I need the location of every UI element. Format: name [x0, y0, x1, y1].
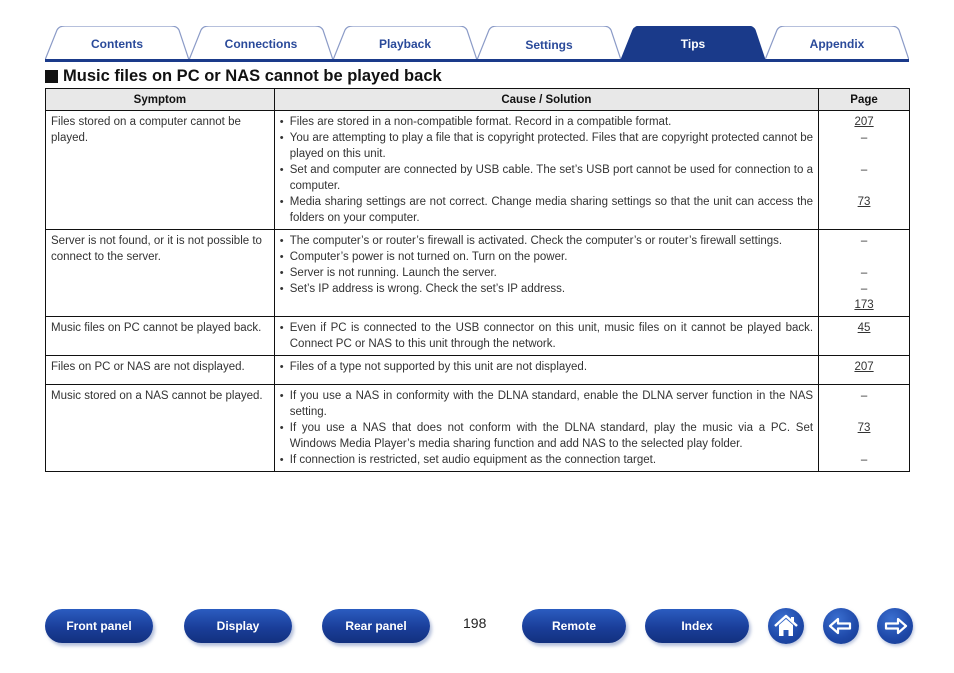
page-link[interactable]: 73 [858, 422, 871, 434]
page-cell: 207 [818, 355, 910, 385]
page-ref: – [860, 454, 868, 466]
page-ref: – [860, 132, 868, 144]
header-page: Page [818, 88, 910, 111]
cause-item: Files of a type not supported by this un… [280, 359, 813, 375]
cause-item: Media sharing settings are not correct. … [280, 194, 813, 226]
page-link[interactable]: 207 [854, 361, 873, 373]
tab-settings[interactable]: Settings [477, 26, 621, 60]
page-link[interactable]: 45 [858, 322, 871, 334]
home-button[interactable] [768, 608, 804, 644]
header-cause: Cause / Solution [273, 88, 820, 111]
cause-cell: If you use a NAS in conformity with the … [273, 384, 820, 472]
cause-item: Set and computer are connected by USB ca… [280, 162, 813, 194]
symptom-cell: Music stored on a NAS cannot be played. [45, 384, 275, 472]
page-ref[interactable]: 73 [824, 194, 904, 210]
page-cell: 207 – – 73 [818, 110, 910, 230]
cause-item: Set’s IP address is wrong. Check the set… [280, 281, 813, 297]
page-ref[interactable]: 73 [824, 420, 904, 436]
cause-item: If you use a NAS that does not conform w… [280, 420, 813, 452]
cause-cell: Files are stored in a non-compatible for… [273, 110, 820, 230]
tab-bar: Contents Connections Playback Settings T… [45, 26, 909, 62]
table-row: Files stored on a computer cannot be pla… [45, 110, 910, 230]
table-row: Files on PC or NAS are not displayed. Fi… [45, 355, 910, 385]
troubleshooting-table: Symptom Cause / Solution Page Files stor… [45, 88, 910, 472]
table-row: Music stored on a NAS cannot be played. … [45, 384, 910, 472]
page-title: Music files on PC or NAS cannot be playe… [45, 67, 442, 86]
page-ref: – [860, 164, 868, 176]
tab-tips[interactable]: Tips [621, 26, 765, 60]
home-icon [774, 614, 798, 636]
table-header-row: Symptom Cause / Solution Page [45, 88, 910, 111]
page-ref[interactable]: 207 [824, 114, 904, 130]
page-cell: 45 [818, 316, 910, 356]
cause-item: Even if PC is connected to the USB conne… [280, 320, 813, 352]
back-arrow-icon [828, 617, 852, 635]
symptom-cell: Files on PC or NAS are not displayed. [45, 355, 275, 385]
page-ref: – [860, 390, 868, 402]
remote-button[interactable]: Remote [522, 609, 626, 643]
page-ref[interactable]: 45 [824, 320, 904, 336]
cause-item: Files are stored in a non-compatible for… [280, 114, 813, 130]
page-number: 198 [463, 615, 487, 631]
page-ref: – [860, 283, 868, 295]
page-ref[interactable]: 207 [824, 359, 904, 375]
black-square-icon [45, 70, 58, 83]
tab-contents[interactable]: Contents [45, 26, 189, 60]
cause-item: The computer’s or router’s firewall is a… [280, 233, 813, 249]
page-cell: – 73 – [818, 384, 910, 472]
forward-arrow-icon [884, 617, 908, 635]
cause-cell: Even if PC is connected to the USB conne… [273, 316, 820, 356]
symptom-cell: Server is not found, or it is not possib… [45, 229, 275, 317]
cause-cell: The computer’s or router’s firewall is a… [273, 229, 820, 317]
tab-label: Tips [680, 37, 706, 51]
cause-item: You are attempting to play a file that i… [280, 130, 813, 162]
tab-appendix[interactable]: Appendix [765, 26, 909, 60]
back-button[interactable] [823, 608, 859, 644]
page-ref[interactable]: 173 [824, 297, 904, 313]
page-ref: – [860, 267, 868, 279]
tab-label: Connections [224, 37, 298, 51]
tab-label: Contents [91, 37, 143, 51]
page-title-text: Music files on PC or NAS cannot be playe… [63, 67, 442, 85]
tab-playback[interactable]: Playback [333, 26, 477, 60]
display-button[interactable]: Display [184, 609, 292, 643]
table-row: Music files on PC cannot be played back.… [45, 316, 910, 356]
forward-button[interactable] [877, 608, 913, 644]
cause-cell: Files of a type not supported by this un… [273, 355, 820, 385]
cause-item: Server is not running. Launch the server… [280, 265, 813, 281]
cause-item: Computer’s power is not turned on. Turn … [280, 249, 813, 265]
page-ref: – [860, 235, 868, 247]
tab-label: Playback [378, 37, 432, 51]
page-cell: – – – 173 [818, 229, 910, 317]
symptom-cell: Files stored on a computer cannot be pla… [45, 110, 275, 230]
header-symptom: Symptom [45, 88, 275, 111]
tab-label: Appendix [809, 37, 865, 51]
front-panel-button[interactable]: Front panel [45, 609, 153, 643]
index-button[interactable]: Index [645, 609, 749, 643]
rear-panel-button[interactable]: Rear panel [322, 609, 430, 643]
page-link[interactable]: 73 [858, 196, 871, 208]
page-link[interactable]: 173 [854, 299, 873, 311]
tab-underline [45, 59, 909, 62]
tab-connections[interactable]: Connections [189, 26, 333, 60]
page-link[interactable]: 207 [854, 116, 873, 128]
tab-label: Settings [525, 38, 573, 52]
symptom-cell: Music files on PC cannot be played back. [45, 316, 275, 356]
cause-item: If you use a NAS in conformity with the … [280, 388, 813, 420]
cause-item: If connection is restricted, set audio e… [280, 452, 813, 468]
table-row: Server is not found, or it is not possib… [45, 229, 910, 317]
